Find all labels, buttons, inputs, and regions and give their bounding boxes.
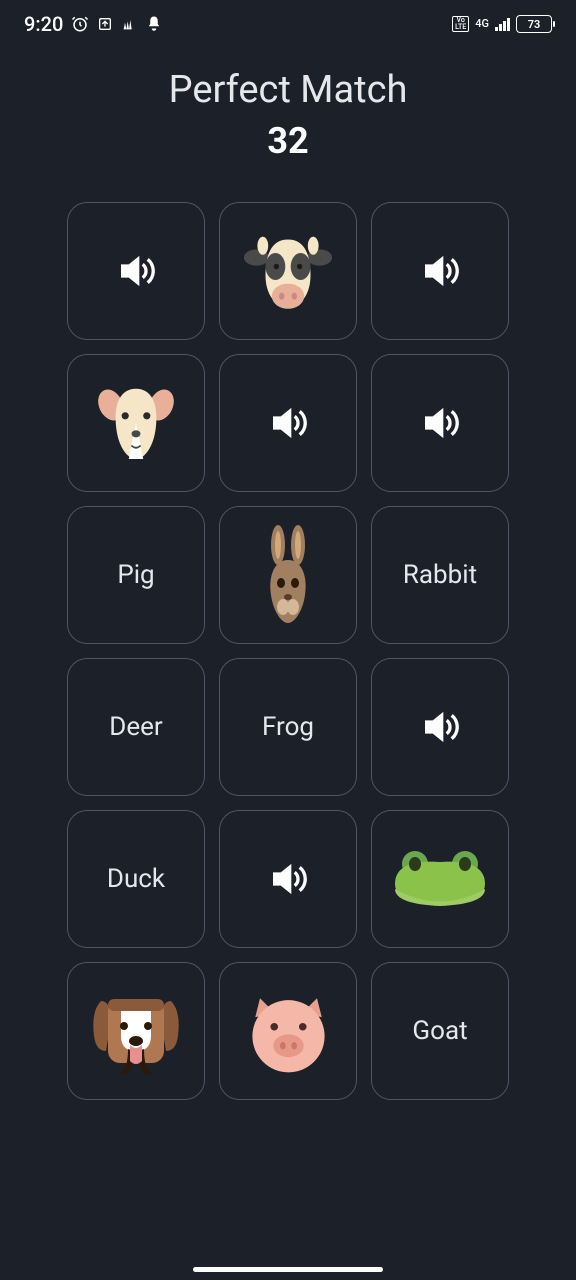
score-value: 32 — [0, 120, 576, 162]
card-sound[interactable] — [67, 202, 205, 340]
cow-icon — [243, 226, 333, 316]
dog-icon — [86, 981, 186, 1081]
card-sheep-image[interactable] — [67, 354, 205, 492]
card-sound[interactable] — [371, 658, 509, 796]
upload-icon — [97, 16, 113, 32]
status-right: Vo LTE 4G 73 — [452, 15, 552, 33]
card-sound[interactable] — [371, 354, 509, 492]
volte-icon: Vo LTE — [452, 16, 469, 32]
speaker-icon — [420, 403, 460, 443]
notification-icon — [145, 15, 163, 33]
battery-icon: 73 — [516, 15, 552, 33]
signal-icon — [495, 17, 510, 31]
status-left: 9:20 — [24, 12, 163, 36]
card-pig-image[interactable] — [219, 962, 357, 1100]
speaker-icon — [116, 251, 156, 291]
card-sound[interactable] — [371, 202, 509, 340]
card-grid: Pig Rabbit Deer Frog Duck — [0, 202, 576, 1100]
sheep-icon — [91, 378, 181, 468]
pig-icon — [241, 984, 336, 1079]
card-rabbit-image[interactable] — [219, 506, 357, 644]
home-indicator[interactable] — [193, 1267, 383, 1272]
status-bar: 9:20 Vo LTE 4G 73 — [0, 0, 576, 48]
card-label: Frog — [262, 712, 314, 742]
card-sound[interactable] — [219, 810, 357, 948]
card-label: Pig — [117, 560, 154, 590]
card-label: Deer — [109, 712, 162, 742]
card-dog-image[interactable] — [67, 962, 205, 1100]
leaf-icon — [121, 16, 137, 32]
status-time: 9:20 — [24, 12, 63, 36]
speaker-icon — [420, 707, 460, 747]
game-header: Perfect Match 32 — [0, 68, 576, 162]
card-cow-image[interactable] — [219, 202, 357, 340]
speaker-icon — [420, 251, 460, 291]
card-label: Duck — [107, 864, 165, 894]
page-title: Perfect Match — [0, 68, 576, 112]
alarm-icon — [71, 15, 89, 33]
card-sound[interactable] — [219, 354, 357, 492]
card-frog-image[interactable] — [371, 810, 509, 948]
card-deer-text[interactable]: Deer — [67, 658, 205, 796]
card-frog-text[interactable]: Frog — [219, 658, 357, 796]
rabbit-icon — [253, 525, 323, 625]
card-label: Rabbit — [403, 560, 477, 590]
speaker-icon — [268, 859, 308, 899]
card-rabbit-text[interactable]: Rabbit — [371, 506, 509, 644]
card-duck-text[interactable]: Duck — [67, 810, 205, 948]
network-label: 4G — [475, 19, 489, 29]
battery-level: 73 — [528, 18, 541, 31]
card-label: Goat — [412, 1016, 467, 1046]
card-goat-text[interactable]: Goat — [371, 962, 509, 1100]
speaker-icon — [268, 403, 308, 443]
card-pig-text[interactable]: Pig — [67, 506, 205, 644]
frog-icon — [390, 844, 490, 914]
